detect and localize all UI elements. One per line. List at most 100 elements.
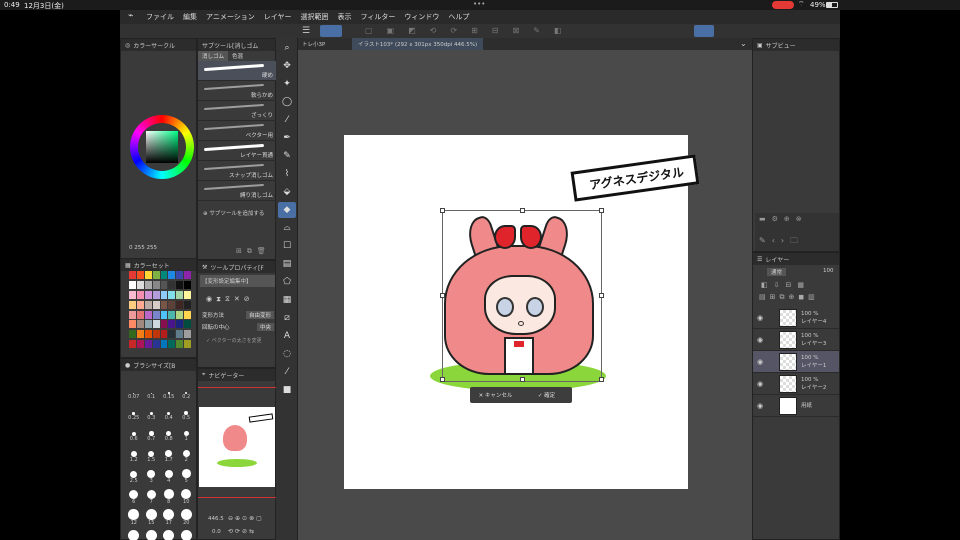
brush-size-cell[interactable]: 30 bbox=[143, 528, 161, 540]
subview-toolbar-icons[interactable]: ▬⚙⊕⊗ bbox=[759, 215, 808, 223]
subtool-item[interactable]: ざっくり bbox=[198, 101, 277, 121]
color-swatch[interactable] bbox=[144, 340, 152, 349]
brush-size-cell[interactable]: 1 bbox=[178, 423, 196, 442]
frame-icon[interactable]: ▦ bbox=[278, 292, 296, 308]
color-swatch[interactable] bbox=[176, 300, 184, 309]
color-swatch[interactable] bbox=[160, 271, 168, 279]
color-swatch[interactable] bbox=[168, 271, 176, 279]
menu-item-5[interactable]: 表示 bbox=[338, 12, 352, 22]
ruler-icon[interactable]: ⧄ bbox=[278, 310, 296, 326]
color-swatch[interactable] bbox=[144, 300, 152, 309]
property-value-select[interactable]: 自由変形 bbox=[245, 311, 274, 319]
recording-indicator[interactable] bbox=[772, 1, 794, 9]
gradient-icon[interactable]: ▤ bbox=[278, 256, 296, 272]
brush-size-cell[interactable]: 0.3 bbox=[143, 402, 161, 421]
brush-size-cell[interactable]: 0.07 bbox=[125, 381, 143, 400]
layer-tool-icons-1[interactable]: ◧⇩⊟▦ bbox=[761, 281, 810, 289]
brush-size-cell[interactable]: 0.25 bbox=[125, 402, 143, 421]
color-swatch[interactable] bbox=[176, 271, 184, 279]
color-swatch[interactable] bbox=[136, 300, 144, 309]
lasso-icon[interactable]: ◯ bbox=[278, 94, 296, 110]
subtool-item[interactable]: スナップ消しゴム bbox=[198, 161, 277, 181]
color-swatch[interactable] bbox=[176, 320, 184, 329]
color-swatch[interactable] bbox=[129, 330, 136, 339]
saturation-square[interactable] bbox=[146, 131, 178, 163]
color-swatch[interactable] bbox=[136, 310, 144, 319]
menu-item-4[interactable]: 選択範囲 bbox=[301, 12, 329, 22]
color-swatch[interactable] bbox=[152, 320, 160, 329]
visibility-eye-icon[interactable]: ◉ bbox=[753, 314, 767, 322]
color-swatch[interactable] bbox=[184, 280, 191, 289]
correction-icon[interactable]: ⁄ bbox=[278, 364, 296, 380]
zoom-buttons[interactable]: ⊖⊕⊙⊗▢ bbox=[228, 515, 264, 522]
color-swatch[interactable] bbox=[136, 271, 144, 279]
color-swatch[interactable] bbox=[184, 310, 191, 319]
multitask-dots[interactable]: ••• bbox=[473, 0, 485, 8]
balloon-icon[interactable]: ◌ bbox=[278, 346, 296, 362]
eraser-icon[interactable]: ◆ bbox=[278, 202, 296, 218]
visibility-eye-icon[interactable]: ◉ bbox=[753, 358, 767, 366]
layer-row[interactable]: ◉ 用紙 bbox=[753, 395, 839, 417]
brush-size-cell[interactable]: 40 bbox=[160, 528, 178, 540]
brush-size-cell[interactable]: 0.2 bbox=[178, 381, 196, 400]
color-swatch[interactable] bbox=[168, 310, 176, 319]
layer-row[interactable]: ◉ 100 % レイヤー1 bbox=[753, 351, 839, 373]
brush-size-cell[interactable]: 1.2 bbox=[125, 444, 143, 463]
layer-row[interactable]: ◉ 100 % レイヤー3 bbox=[753, 329, 839, 351]
brush-size-cell[interactable]: 5 bbox=[178, 465, 196, 484]
handle-left[interactable] bbox=[440, 293, 445, 298]
add-subtool-button[interactable]: ⊕ サブツールを追加する bbox=[203, 209, 264, 217]
magic-wand-icon[interactable]: ✦ bbox=[278, 76, 296, 92]
brush-size-cell[interactable]: 0.4 bbox=[160, 402, 178, 421]
menu-item-7[interactable]: ウィンドウ bbox=[404, 12, 439, 22]
brush-size-cell[interactable]: 17 bbox=[160, 507, 178, 526]
handle-top[interactable] bbox=[520, 208, 525, 213]
brush-size-cell[interactable]: 8 bbox=[160, 486, 178, 505]
color-swatch[interactable] bbox=[152, 310, 160, 319]
vector-width-checkbox[interactable]: ✓ ベクターの太さを変更 bbox=[206, 337, 262, 344]
brush-size-cell[interactable]: 6 bbox=[125, 486, 143, 505]
subtool-item[interactable]: レイヤー貫通 bbox=[198, 141, 277, 161]
zoom-icon[interactable]: ⌕ bbox=[278, 40, 296, 56]
blend-icon[interactable]: ☐ bbox=[278, 238, 296, 254]
color-swatch[interactable] bbox=[168, 320, 176, 329]
color-swatch[interactable] bbox=[168, 290, 176, 299]
brush-size-cell[interactable]: 2 bbox=[178, 444, 196, 463]
color-swatch[interactable] bbox=[160, 340, 168, 349]
handle-bottom[interactable] bbox=[520, 377, 525, 382]
menu-item-2[interactable]: アニメーション bbox=[206, 12, 255, 22]
handle-right[interactable] bbox=[599, 293, 604, 298]
text-icon[interactable]: A bbox=[278, 328, 296, 344]
brush-size-cell[interactable]: 12 bbox=[125, 507, 143, 526]
visibility-eye-icon[interactable]: ◉ bbox=[753, 336, 767, 344]
color-swatch[interactable] bbox=[152, 340, 160, 349]
color-swatch[interactable] bbox=[144, 310, 152, 319]
subtool-item[interactable]: 軟らかめ bbox=[198, 81, 277, 101]
property-value-select[interactable]: 中央 bbox=[256, 323, 274, 331]
color-swatch[interactable] bbox=[176, 330, 184, 339]
color-swatch[interactable] bbox=[152, 280, 160, 289]
brush-size-cell[interactable]: 0.1 bbox=[143, 381, 161, 400]
tab-trace-small[interactable]: トレ小3P bbox=[302, 40, 325, 48]
menu-item-8[interactable]: ヘルプ bbox=[448, 12, 469, 22]
color-swatch[interactable] bbox=[144, 330, 152, 339]
color-swatch[interactable] bbox=[152, 290, 160, 299]
color-swatch[interactable] bbox=[160, 300, 168, 309]
color-swatch[interactable] bbox=[168, 280, 176, 289]
app-logo-icon[interactable]: ⌁ bbox=[128, 11, 133, 21]
brush-size-cell[interactable]: 1.5 bbox=[143, 444, 161, 463]
color-swatch[interactable] bbox=[160, 320, 168, 329]
color-swatch[interactable] bbox=[136, 290, 144, 299]
hamburger-menu-icon[interactable]: ☰ bbox=[302, 26, 310, 36]
brush-size-cell[interactable]: 7 bbox=[143, 486, 161, 505]
airbrush-icon[interactable]: ⬙ bbox=[278, 184, 296, 200]
transform-mode-button[interactable] bbox=[694, 25, 714, 37]
color-swatch[interactable] bbox=[184, 271, 191, 279]
brush-icon[interactable]: ⌇ bbox=[278, 166, 296, 182]
figure-icon[interactable]: ⬠ bbox=[278, 274, 296, 290]
tab-eraser[interactable]: 消しゴム bbox=[198, 51, 229, 61]
tab-dropdown-icon[interactable]: ⌄ bbox=[740, 39, 747, 48]
layer-tool-icons-2[interactable]: ▤⊞⧉⊕◼▥ bbox=[759, 293, 819, 302]
transform-action-icons[interactable]: ◉⧗⧖✕⊘ bbox=[206, 295, 254, 304]
brush-size-cell[interactable]: 3 bbox=[143, 465, 161, 484]
